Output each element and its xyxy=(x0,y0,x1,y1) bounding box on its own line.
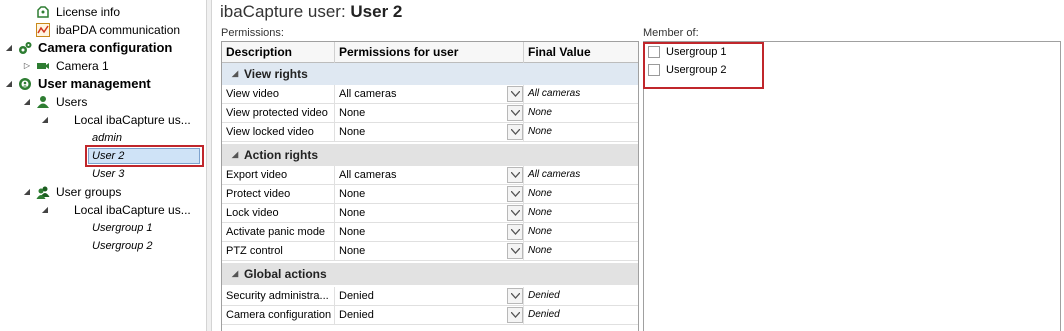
permission-select[interactable]: Denied xyxy=(335,287,524,305)
dropdown-arrow-icon[interactable] xyxy=(507,105,523,121)
expanded-arrow-icon[interactable]: ◢ xyxy=(4,39,14,57)
collapsed-arrow-icon[interactable]: ▷ xyxy=(22,57,32,75)
tree-item-user-3[interactable]: User 3 xyxy=(92,165,124,183)
table-row[interactable]: PTZ control None None xyxy=(222,242,638,261)
table-row[interactable]: Camera configuration Denied Denied xyxy=(222,306,638,325)
table-row[interactable]: Activate panic mode None None xyxy=(222,223,638,242)
table-row[interactable]: View video All cameras All cameras xyxy=(222,85,638,104)
section-action-rights[interactable]: ◢ Action rights xyxy=(222,144,638,166)
tree-item-usergroup-2[interactable]: Usergroup 2 xyxy=(92,237,153,255)
gears-icon xyxy=(18,41,32,55)
usergroup-1-checkbox[interactable] xyxy=(648,46,660,58)
table-row[interactable]: Lock video None None xyxy=(222,204,638,223)
section-view-rights[interactable]: ◢ View rights xyxy=(222,63,638,85)
navigation-tree: License info ibaPDA communication ◢ Came… xyxy=(0,0,206,331)
user-icon xyxy=(36,95,50,109)
permission-select[interactable]: Denied xyxy=(335,306,524,324)
permission-select[interactable]: All cameras xyxy=(335,166,524,184)
column-header-permissions[interactable]: Permissions for user xyxy=(335,42,524,63)
dropdown-arrow-icon[interactable] xyxy=(507,224,523,240)
license-icon xyxy=(36,5,50,19)
tree-item-user-2[interactable]: User 2 xyxy=(92,147,124,165)
member-of-caption: Member of: xyxy=(643,27,699,39)
dropdown-arrow-icon[interactable] xyxy=(507,124,523,140)
permission-select[interactable]: None xyxy=(335,204,524,222)
camera-icon xyxy=(36,59,50,73)
column-header-description[interactable]: Description xyxy=(222,42,335,63)
permission-select[interactable]: None xyxy=(335,223,524,241)
permission-select[interactable]: None xyxy=(335,242,524,260)
chart-icon xyxy=(36,23,50,37)
table-row[interactable]: View protected video None None xyxy=(222,104,638,123)
expanded-arrow-icon[interactable]: ◢ xyxy=(4,75,14,93)
tree-item-usergroup-1[interactable]: Usergroup 1 xyxy=(92,219,153,237)
dropdown-arrow-icon[interactable] xyxy=(507,205,523,221)
permission-select[interactable]: None xyxy=(335,185,524,203)
usergroup-2-checkbox[interactable] xyxy=(648,64,660,76)
expanded-arrow-icon[interactable]: ◢ xyxy=(40,201,50,219)
table-row[interactable]: Security administra... Denied Denied xyxy=(222,287,638,306)
dropdown-arrow-icon[interactable] xyxy=(507,288,523,304)
user-group-icon xyxy=(36,185,50,199)
expanded-arrow-icon[interactable]: ◢ xyxy=(40,111,50,129)
collapse-arrow-icon[interactable]: ◢ xyxy=(232,144,238,166)
user-management-gear-icon xyxy=(18,77,32,91)
dropdown-arrow-icon[interactable] xyxy=(507,186,523,202)
column-header-final-value[interactable]: Final Value xyxy=(524,42,638,63)
page-title: ibaCapture user: User 2 xyxy=(220,2,402,22)
panel-splitter[interactable] xyxy=(206,0,212,331)
expanded-arrow-icon[interactable]: ◢ xyxy=(22,183,32,201)
table-row[interactable]: Export video All cameras All cameras xyxy=(222,166,638,185)
section-global-actions[interactable]: ◢ Global actions xyxy=(222,263,638,285)
dropdown-arrow-icon[interactable] xyxy=(507,307,523,323)
dropdown-arrow-icon[interactable] xyxy=(507,86,523,102)
permission-select[interactable]: None xyxy=(335,104,524,122)
collapse-arrow-icon[interactable]: ◢ xyxy=(232,263,238,285)
permission-select[interactable]: All cameras xyxy=(335,85,524,103)
expanded-arrow-icon[interactable]: ◢ xyxy=(22,93,32,111)
permissions-caption: Permissions: xyxy=(221,27,284,39)
dropdown-arrow-icon[interactable] xyxy=(507,167,523,183)
table-row[interactable]: View locked video None None xyxy=(222,123,638,142)
permission-select[interactable]: None xyxy=(335,123,524,141)
page-title-prefix: ibaCapture user: xyxy=(220,2,351,21)
permissions-grid: Description Permissions for user Final V… xyxy=(221,41,639,331)
grid-header: Description Permissions for user Final V… xyxy=(222,42,638,63)
dropdown-arrow-icon[interactable] xyxy=(507,243,523,259)
page-title-user-name: User 2 xyxy=(350,2,403,21)
collapse-arrow-icon[interactable]: ◢ xyxy=(232,63,238,85)
table-row[interactable]: Protect video None None xyxy=(222,185,638,204)
